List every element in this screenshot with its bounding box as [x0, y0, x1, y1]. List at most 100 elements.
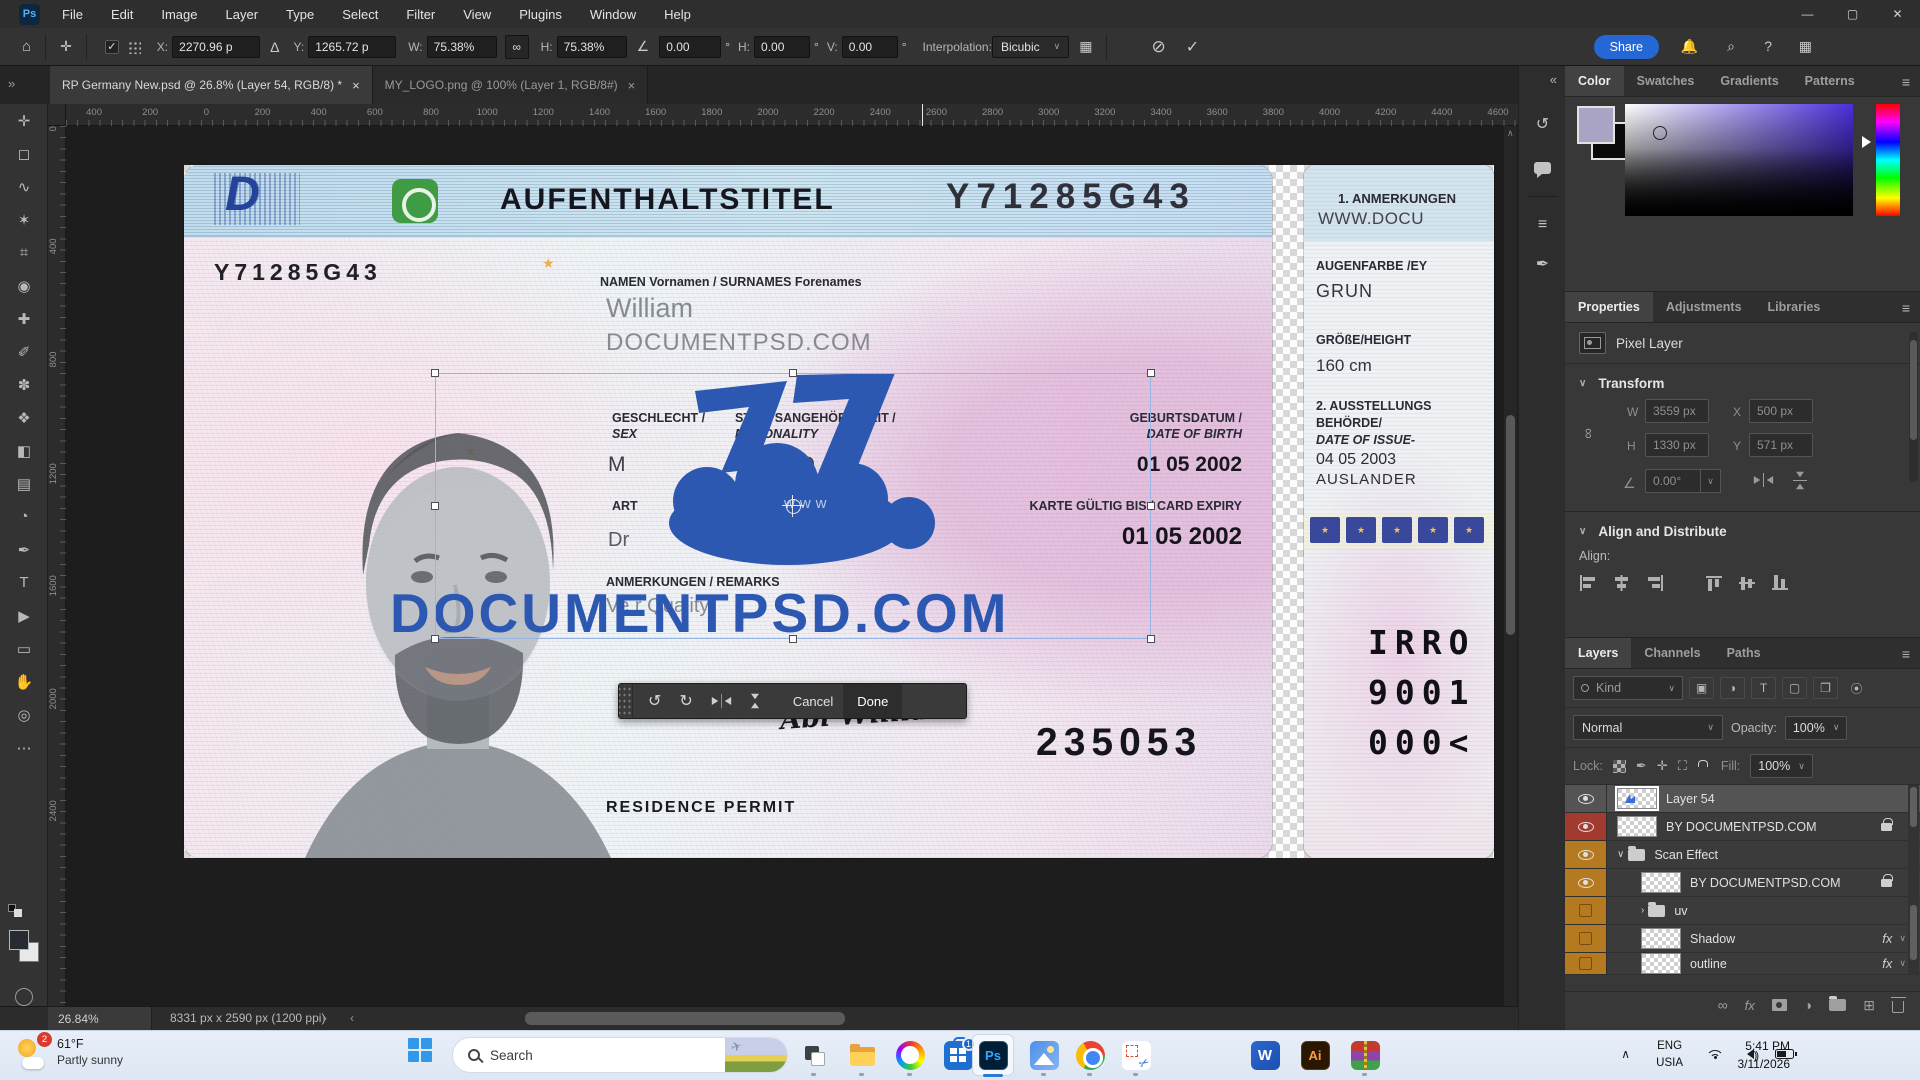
group-row[interactable]: ∨ Scan Effect — [1565, 841, 1920, 869]
tab-patterns[interactable]: Patterns — [1792, 66, 1868, 96]
cancel-transform-icon[interactable]: ⊘ — [1151, 37, 1165, 57]
transform-handle[interactable] — [1147, 635, 1155, 643]
taskbar-photos[interactable] — [1027, 1038, 1061, 1072]
taskbar-microsoft-store[interactable]: 1 — [941, 1038, 975, 1072]
menu-item[interactable]: Type — [272, 0, 328, 28]
layer-row[interactable]: BY DOCUMENTPSD.COM — [1565, 869, 1920, 897]
flip-vertical-icon[interactable] — [750, 693, 760, 709]
tool-icon[interactable]: ◔ — [0, 500, 48, 533]
transform-handle[interactable] — [789, 369, 797, 377]
foreground-color-swatch[interactable] — [1577, 106, 1615, 144]
color-picker-circle[interactable] — [1653, 126, 1667, 140]
layer-style-icon[interactable]: fx — [1745, 998, 1755, 1013]
workspace-switcher-icon[interactable]: ▦ — [1799, 38, 1812, 55]
layer-thumbnail[interactable] — [1641, 928, 1681, 949]
panel-menu-icon[interactable]: ≡ — [1902, 300, 1910, 316]
tab-paths[interactable]: Paths — [1714, 638, 1774, 668]
adjustment-layer-icon[interactable]: ◑ — [1804, 997, 1812, 1013]
menu-item[interactable]: Window — [576, 0, 650, 28]
taskbar-winrar[interactable] — [1348, 1038, 1382, 1072]
collapse-panels-icon[interactable]: « — [1550, 72, 1557, 87]
menu-item[interactable]: Image — [147, 0, 211, 28]
align-left-icon[interactable] — [1579, 575, 1598, 591]
taskbar-creative-cloud[interactable] — [893, 1038, 927, 1072]
taskbar-illustrator[interactable]: Ai — [1298, 1038, 1332, 1072]
quick-mask-icon[interactable] — [15, 988, 33, 1006]
chevron-right-icon[interactable]: › — [323, 1011, 327, 1025]
width-scale-field[interactable]: 75.38% — [427, 36, 497, 58]
done-button[interactable]: Done — [843, 684, 902, 718]
transform-handle[interactable] — [431, 635, 439, 643]
filter-type-layers-icon[interactable]: T — [1751, 677, 1776, 699]
tool-icon[interactable]: ⋯ — [0, 731, 48, 764]
lock-paint-icon[interactable]: ✒ — [1636, 758, 1647, 774]
new-layer-icon[interactable]: ⊞ — [1863, 997, 1875, 1014]
align-right-icon[interactable] — [1645, 575, 1664, 591]
visibility-toggle[interactable] — [1565, 953, 1607, 974]
tool-icon[interactable]: ✛ — [0, 104, 48, 137]
tool-icon[interactable]: ✒ — [0, 533, 48, 566]
share-button[interactable]: Share — [1594, 35, 1659, 59]
tab-channels[interactable]: Channels — [1631, 638, 1713, 668]
h-skew-field[interactable]: 0.00 — [754, 36, 810, 58]
wifi-icon[interactable] — [1706, 1046, 1724, 1060]
chevron-left-icon[interactable]: ‹ — [350, 1011, 354, 1025]
link-layers-icon[interactable]: ∞ — [1718, 997, 1728, 1013]
layer-thumbnail[interactable] — [1641, 872, 1681, 893]
lock-transparent-icon[interactable] — [1613, 760, 1626, 773]
visibility-toggle[interactable] — [1565, 925, 1607, 952]
layer-row[interactable]: Shadow fx∨ — [1565, 925, 1920, 953]
close-tab-icon[interactable]: × — [352, 78, 360, 93]
panel-menu-icon[interactable]: ≡ — [1902, 646, 1910, 662]
blend-mode-select[interactable]: Normal ∨ — [1573, 715, 1723, 740]
menu-item[interactable]: File — [48, 0, 97, 28]
visibility-toggle[interactable] — [1565, 813, 1607, 840]
y-position-field[interactable]: 1265.72 p — [308, 36, 396, 58]
height-field[interactable]: 1330 px — [1645, 433, 1709, 457]
scroll-up-icon[interactable]: ∧ — [1507, 128, 1514, 139]
search-box[interactable]: Search ✈ — [452, 1037, 788, 1073]
new-group-icon[interactable] — [1829, 999, 1846, 1011]
tab-gradients[interactable]: Gradients — [1707, 66, 1791, 96]
tool-icon[interactable]: ▤ — [0, 467, 48, 500]
flip-vertical-icon[interactable] — [1793, 471, 1807, 490]
layer-row[interactable]: BY DOCUMENTPSD.COM — [1565, 813, 1920, 841]
menu-item[interactable]: Plugins — [505, 0, 576, 28]
align-section-header[interactable]: ∨ Align and Distribute — [1565, 512, 1920, 545]
brushes-panel-icon[interactable]: ≡ — [1519, 216, 1566, 234]
rotate-ccw-icon[interactable]: ↺ — [648, 691, 661, 711]
tray-expand-icon[interactable]: ∧ — [1621, 1047, 1630, 1061]
scrollbar-thumb[interactable] — [1506, 415, 1515, 635]
close-tab-icon[interactable]: × — [628, 78, 636, 93]
tool-icon[interactable]: ✚ — [0, 302, 48, 335]
expand-caret-icon[interactable]: › — [1641, 905, 1644, 916]
x-position-field[interactable]: 2270.96 p — [172, 36, 260, 58]
menu-item[interactable]: View — [449, 0, 505, 28]
group-row[interactable]: › uv — [1565, 897, 1920, 925]
notifications-bell-icon[interactable]: 🔔 — [1681, 38, 1698, 55]
default-colors-icon[interactable] — [8, 904, 24, 918]
move-tool-icon[interactable]: ✛ — [60, 38, 72, 55]
tab-color[interactable]: Color — [1565, 66, 1624, 96]
maximize-button[interactable]: ▢ — [1830, 0, 1875, 28]
add-mask-icon[interactable] — [1772, 999, 1787, 1011]
close-button[interactable]: ✕ — [1875, 0, 1920, 28]
fx-badge[interactable]: fx — [1882, 931, 1892, 946]
color-field[interactable] — [1625, 104, 1853, 216]
menu-item[interactable]: Select — [328, 0, 392, 28]
cancel-button[interactable]: Cancel — [783, 686, 843, 717]
comments-panel-icon[interactable] — [1534, 162, 1551, 174]
transform-reference-point[interactable] — [786, 499, 801, 514]
taskbar-photoshop[interactable]: Ps — [976, 1038, 1010, 1072]
v-skew-field[interactable]: 0.00 — [842, 36, 898, 58]
opacity-field[interactable]: 100% ∨ — [1785, 716, 1848, 740]
y-field[interactable]: 571 px — [1749, 433, 1813, 457]
reference-point-checkbox[interactable]: ✓ — [105, 40, 119, 54]
filter-pixel-layers-icon[interactable]: ▣ — [1689, 677, 1714, 699]
transform-handle[interactable] — [789, 635, 797, 643]
warp-mode-icon[interactable]: ▦ — [1079, 38, 1092, 55]
maintain-aspect-ratio-icon[interactable]: ∞ — [505, 35, 529, 59]
lock-position-icon[interactable]: ✛ — [1657, 758, 1668, 774]
tab-properties[interactable]: Properties — [1565, 292, 1653, 322]
x-field[interactable]: 500 px — [1749, 399, 1813, 423]
